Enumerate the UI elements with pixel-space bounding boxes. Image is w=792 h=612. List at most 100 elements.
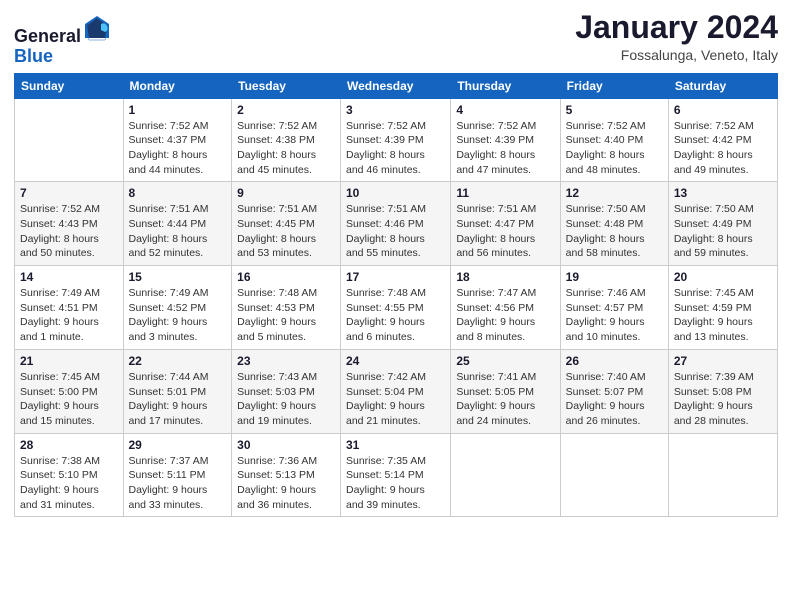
day-info: Sunrise: 7:40 AMSunset: 5:07 PMDaylight:… xyxy=(566,370,663,429)
day-info: Sunrise: 7:51 AMSunset: 4:45 PMDaylight:… xyxy=(237,202,335,261)
calendar-cell: 16 Sunrise: 7:48 AMSunset: 4:53 PMDayligh… xyxy=(232,266,341,350)
calendar-week-2: 7 Sunrise: 7:52 AMSunset: 4:43 PMDaylight… xyxy=(15,182,778,266)
calendar-cell: 25 Sunrise: 7:41 AMSunset: 5:05 PMDayligh… xyxy=(451,349,560,433)
logo-blue: Blue xyxy=(14,46,53,66)
day-number: 16 xyxy=(237,270,335,284)
logo: General Blue xyxy=(14,14,111,67)
day-info: Sunrise: 7:52 AMSunset: 4:40 PMDaylight:… xyxy=(566,119,663,178)
calendar-cell: 4 Sunrise: 7:52 AMSunset: 4:39 PMDaylight… xyxy=(451,98,560,182)
day-info: Sunrise: 7:49 AMSunset: 4:51 PMDaylight:… xyxy=(20,286,118,345)
day-info: Sunrise: 7:51 AMSunset: 4:46 PMDaylight:… xyxy=(346,202,445,261)
calendar-cell: 1 Sunrise: 7:52 AMSunset: 4:37 PMDaylight… xyxy=(123,98,232,182)
calendar-week-4: 21Sunrise: 7:45 AMSunset: 5:00 PMDayligh… xyxy=(15,349,778,433)
calendar-cell: 15Sunrise: 7:49 AMSunset: 4:52 PMDayligh… xyxy=(123,266,232,350)
day-number: 12 xyxy=(566,186,663,200)
day-info: Sunrise: 7:42 AMSunset: 5:04 PMDaylight:… xyxy=(346,370,445,429)
weekday-header-monday: Monday xyxy=(123,73,232,98)
day-number: 28 xyxy=(20,438,118,452)
calendar-cell: 22 Sunrise: 7:44 AMSunset: 5:01 PMDayligh… xyxy=(123,349,232,433)
calendar-cell: 29Sunrise: 7:37 AMSunset: 5:11 PMDayligh… xyxy=(123,433,232,517)
day-number: 24 xyxy=(346,354,445,368)
day-number: 19 xyxy=(566,270,663,284)
title-block: January 2024 Fossalunga, Veneto, Italy xyxy=(575,10,778,63)
day-info: Sunrise: 7:47 AMSunset: 4:56 PMDaylight:… xyxy=(456,286,554,345)
calendar-cell: 11 Sunrise: 7:51 AMSunset: 4:47 PMDayligh… xyxy=(451,182,560,266)
day-number: 27 xyxy=(674,354,772,368)
page: General Blue January 2024 Fossalunga, Ve… xyxy=(0,0,792,612)
day-number: 5 xyxy=(566,103,663,117)
day-number: 13 xyxy=(674,186,772,200)
weekday-header-row: SundayMondayTuesdayWednesdayThursdayFrid… xyxy=(15,73,778,98)
day-info: Sunrise: 7:37 AMSunset: 5:11 PMDaylight:… xyxy=(129,454,227,513)
day-info: Sunrise: 7:45 AMSunset: 5:00 PMDaylight:… xyxy=(20,370,118,429)
calendar-cell: 8Sunrise: 7:51 AMSunset: 4:44 PMDaylight… xyxy=(123,182,232,266)
calendar-cell: 30Sunrise: 7:36 AMSunset: 5:13 PMDayligh… xyxy=(232,433,341,517)
day-info: Sunrise: 7:52 AMSunset: 4:39 PMDaylight:… xyxy=(346,119,445,178)
day-info: Sunrise: 7:45 AMSunset: 4:59 PMDaylight:… xyxy=(674,286,772,345)
day-number: 2 xyxy=(237,103,335,117)
weekday-header-tuesday: Tuesday xyxy=(232,73,341,98)
day-info: Sunrise: 7:50 AMSunset: 4:49 PMDaylight:… xyxy=(674,202,772,261)
day-info: Sunrise: 7:51 AMSunset: 4:47 PMDaylight:… xyxy=(456,202,554,261)
calendar-cell: 19 Sunrise: 7:46 AMSunset: 4:57 PMDayligh… xyxy=(560,266,668,350)
day-number: 10 xyxy=(346,186,445,200)
day-info: Sunrise: 7:41 AMSunset: 5:05 PMDaylight:… xyxy=(456,370,554,429)
logo-general: General xyxy=(14,26,81,46)
day-number: 15 xyxy=(129,270,227,284)
day-info: Sunrise: 7:44 AMSunset: 5:01 PMDaylight:… xyxy=(129,370,227,429)
day-info: Sunrise: 7:48 AMSunset: 4:55 PMDaylight:… xyxy=(346,286,445,345)
day-number: 11 xyxy=(456,186,554,200)
day-number: 22 xyxy=(129,354,227,368)
day-info: Sunrise: 7:39 AMSunset: 5:08 PMDaylight:… xyxy=(674,370,772,429)
calendar-week-3: 14 Sunrise: 7:49 AMSunset: 4:51 PMDayligh… xyxy=(15,266,778,350)
day-info: Sunrise: 7:38 AMSunset: 5:10 PMDaylight:… xyxy=(20,454,118,513)
calendar-cell: 5 Sunrise: 7:52 AMSunset: 4:40 PMDaylight… xyxy=(560,98,668,182)
location: Fossalunga, Veneto, Italy xyxy=(575,47,778,63)
calendar-cell: 13 Sunrise: 7:50 AMSunset: 4:49 PMDayligh… xyxy=(668,182,777,266)
calendar-cell: 21Sunrise: 7:45 AMSunset: 5:00 PMDayligh… xyxy=(15,349,124,433)
calendar-cell: 28 Sunrise: 7:38 AMSunset: 5:10 PMDayligh… xyxy=(15,433,124,517)
calendar-body: 1 Sunrise: 7:52 AMSunset: 4:37 PMDaylight… xyxy=(15,98,778,517)
day-info: Sunrise: 7:52 AMSunset: 4:43 PMDaylight:… xyxy=(20,202,118,261)
calendar-cell: 2 Sunrise: 7:52 AMSunset: 4:38 PMDaylight… xyxy=(232,98,341,182)
day-info: Sunrise: 7:52 AMSunset: 4:39 PMDaylight:… xyxy=(456,119,554,178)
calendar-cell: 23Sunrise: 7:43 AMSunset: 5:03 PMDayligh… xyxy=(232,349,341,433)
calendar-cell: 27 Sunrise: 7:39 AMSunset: 5:08 PMDayligh… xyxy=(668,349,777,433)
day-number: 4 xyxy=(456,103,554,117)
day-info: Sunrise: 7:52 AMSunset: 4:37 PMDaylight:… xyxy=(129,119,227,178)
day-number: 26 xyxy=(566,354,663,368)
day-number: 8 xyxy=(129,186,227,200)
day-info: Sunrise: 7:46 AMSunset: 4:57 PMDaylight:… xyxy=(566,286,663,345)
day-number: 14 xyxy=(20,270,118,284)
day-number: 1 xyxy=(129,103,227,117)
calendar-cell: 9Sunrise: 7:51 AMSunset: 4:45 PMDaylight… xyxy=(232,182,341,266)
day-info: Sunrise: 7:48 AMSunset: 4:53 PMDaylight:… xyxy=(237,286,335,345)
calendar-cell: 17Sunrise: 7:48 AMSunset: 4:55 PMDayligh… xyxy=(341,266,451,350)
calendar-cell: 31 Sunrise: 7:35 AMSunset: 5:14 PMDayligh… xyxy=(341,433,451,517)
calendar-cell: 6Sunrise: 7:52 AMSunset: 4:42 PMDaylight… xyxy=(668,98,777,182)
day-number: 30 xyxy=(237,438,335,452)
weekday-header-sunday: Sunday xyxy=(15,73,124,98)
day-info: Sunrise: 7:50 AMSunset: 4:48 PMDaylight:… xyxy=(566,202,663,261)
calendar-cell: 26 Sunrise: 7:40 AMSunset: 5:07 PMDayligh… xyxy=(560,349,668,433)
day-number: 23 xyxy=(237,354,335,368)
calendar-cell xyxy=(15,98,124,182)
weekday-header-friday: Friday xyxy=(560,73,668,98)
calendar-cell xyxy=(560,433,668,517)
calendar-cell: 3 Sunrise: 7:52 AMSunset: 4:39 PMDaylight… xyxy=(341,98,451,182)
calendar-cell: 10 Sunrise: 7:51 AMSunset: 4:46 PMDayligh… xyxy=(341,182,451,266)
day-info: Sunrise: 7:52 AMSunset: 4:42 PMDaylight:… xyxy=(674,119,772,178)
day-number: 18 xyxy=(456,270,554,284)
day-info: Sunrise: 7:52 AMSunset: 4:38 PMDaylight:… xyxy=(237,119,335,178)
calendar-week-5: 28 Sunrise: 7:38 AMSunset: 5:10 PMDayligh… xyxy=(15,433,778,517)
weekday-header-thursday: Thursday xyxy=(451,73,560,98)
calendar-cell: 18 Sunrise: 7:47 AMSunset: 4:56 PMDayligh… xyxy=(451,266,560,350)
calendar-cell xyxy=(668,433,777,517)
day-number: 25 xyxy=(456,354,554,368)
day-number: 31 xyxy=(346,438,445,452)
calendar-cell xyxy=(451,433,560,517)
day-info: Sunrise: 7:35 AMSunset: 5:14 PMDaylight:… xyxy=(346,454,445,513)
calendar-cell: 7 Sunrise: 7:52 AMSunset: 4:43 PMDaylight… xyxy=(15,182,124,266)
day-number: 7 xyxy=(20,186,118,200)
day-number: 3 xyxy=(346,103,445,117)
